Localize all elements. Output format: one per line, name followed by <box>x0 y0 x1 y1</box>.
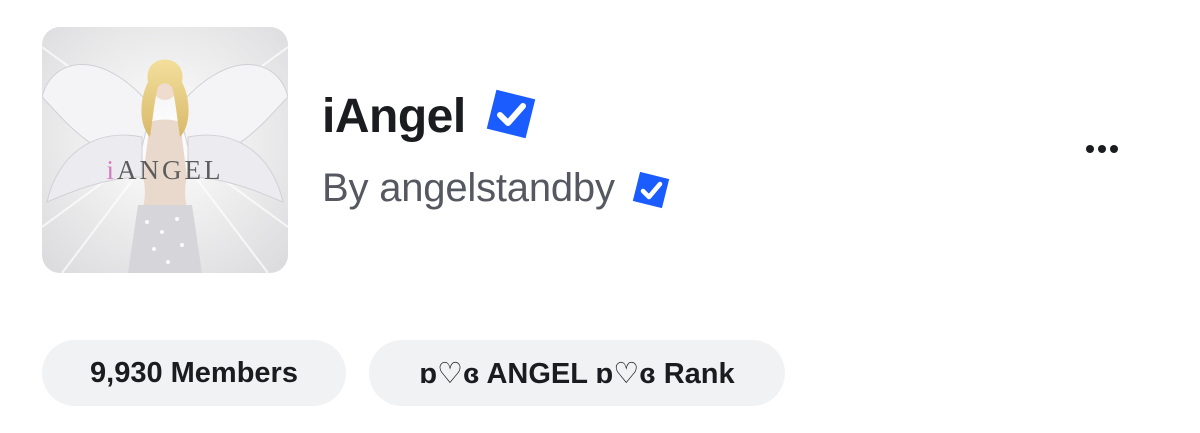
creator-row: By angelstandby <box>322 164 672 212</box>
members-count-chip[interactable]: 9,930 Members <box>42 340 346 406</box>
more-options-dot <box>1110 145 1118 153</box>
rank-chip[interactable]: ɒ♡ɞ ANGEL ɒ♡ɞ Rank <box>369 340 785 406</box>
more-options-button[interactable] <box>1076 132 1128 166</box>
title-row: iAngel <box>322 86 540 146</box>
verified-badge-icon <box>486 89 535 139</box>
group-thumbnail[interactable]: iANGEL <box>42 27 288 273</box>
creator-link[interactable]: By angelstandby <box>322 166 615 211</box>
group-header: iANGEL iAngel By angelstandby 9,930 Memb… <box>0 0 1200 433</box>
thumbnail-logo-text: iANGEL <box>106 155 224 185</box>
more-options-dot <box>1098 145 1106 153</box>
creator-verified-badge-icon <box>632 171 669 209</box>
group-name: iAngel <box>322 89 466 143</box>
angel-artwork-image <box>42 27 288 273</box>
more-options-icon <box>1086 145 1094 153</box>
